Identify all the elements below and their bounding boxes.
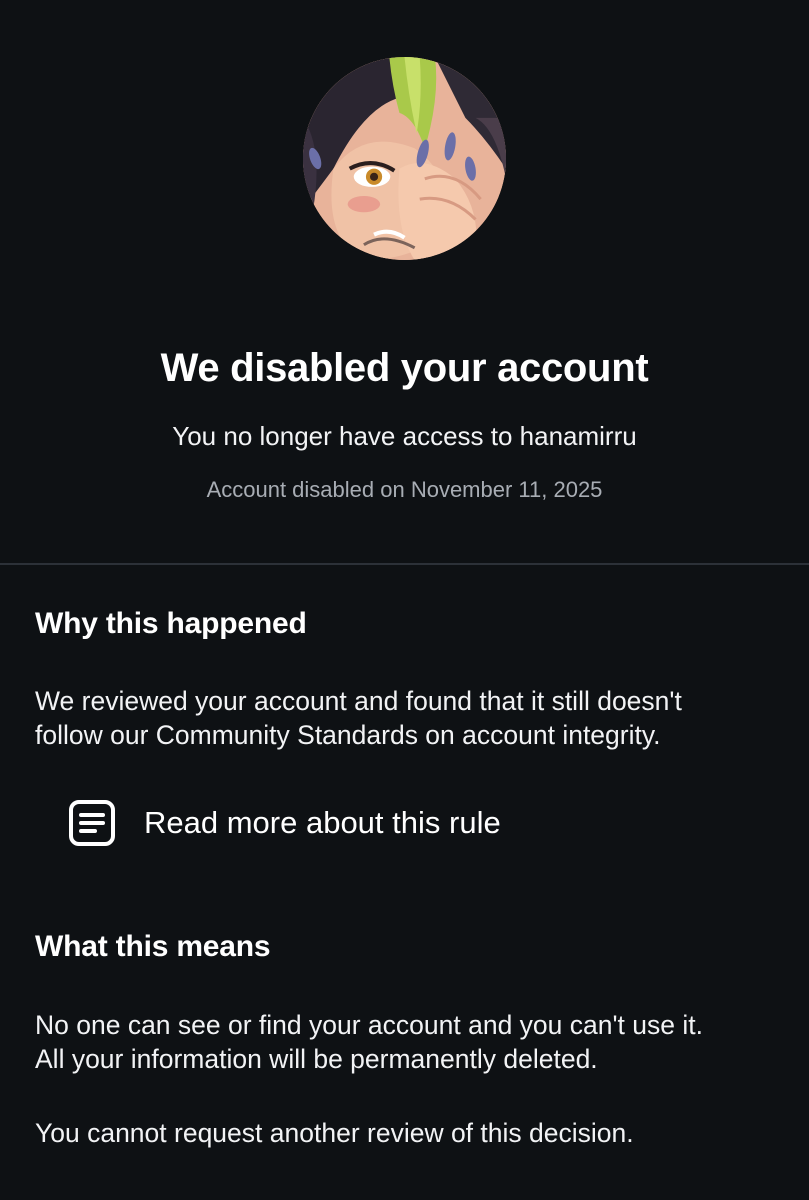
why-heading: Why this happened (35, 607, 307, 640)
meaning-line-2: All your information will be permanently… (35, 1044, 598, 1074)
why-line-1: We reviewed your account and found that … (35, 686, 682, 716)
document-icon (66, 797, 118, 849)
access-message: You no longer have access to hanamirru (172, 421, 637, 451)
avatar (303, 57, 506, 260)
avatar-illustration (303, 57, 506, 260)
read-more-rule-link[interactable]: Read more about this rule (66, 795, 566, 851)
review-note: You cannot request another review of thi… (35, 1116, 795, 1150)
disabled-date: Account disabled on November 11, 2025 (206, 477, 603, 502)
page-title: We disabled your account (160, 346, 649, 390)
why-line-2: follow our Community Standards on accoun… (35, 720, 661, 750)
section-divider (0, 563, 809, 565)
read-more-rule-label: Read more about this rule (144, 805, 501, 840)
meaning-heading: What this means (35, 930, 271, 963)
meaning-line-1: No one can see or find your account and … (35, 1010, 703, 1040)
why-description: We reviewed your account and found that … (35, 684, 795, 752)
review-note-text: You cannot request another review of thi… (35, 1118, 634, 1148)
meaning-description: No one can see or find your account and … (35, 1008, 795, 1076)
